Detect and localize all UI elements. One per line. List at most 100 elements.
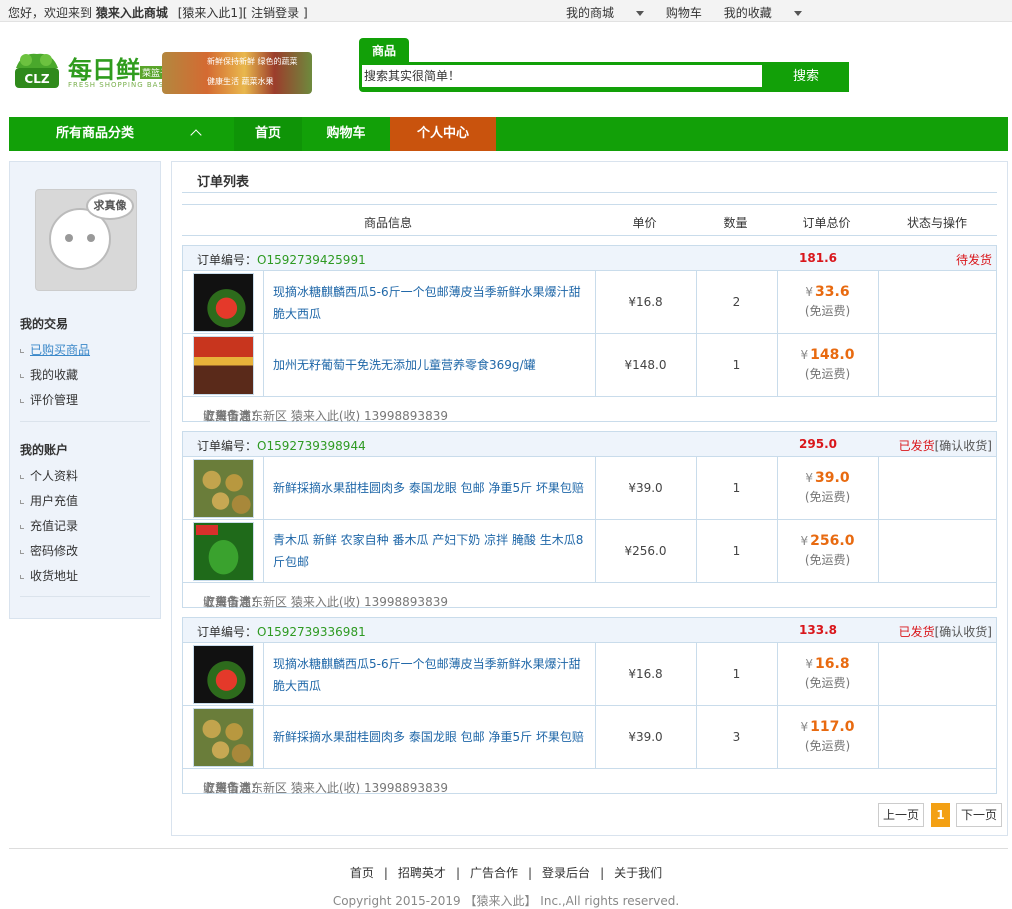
quantity: 3 bbox=[732, 730, 741, 744]
unit-price: ¥39.0 bbox=[628, 481, 663, 495]
product-name-link[interactable]: 现摘冰糖麒麟西瓜5-6斤一个包邮薄皮当季新鲜水果爆汁甜脆大西瓜 bbox=[273, 281, 588, 325]
bullet-icon bbox=[20, 398, 24, 403]
order-number: O1592739425991 bbox=[257, 253, 366, 267]
confirm-receipt-link[interactable]: [确认收货] bbox=[935, 439, 992, 453]
avatar[interactable]: 求真像 bbox=[35, 189, 137, 291]
product-image[interactable] bbox=[193, 645, 254, 704]
footer-link-jobs[interactable]: 招聘英才 bbox=[398, 866, 446, 880]
order-header: 订单编号：O1592739398944 295.0 已发货[确认收货] bbox=[183, 432, 996, 457]
main-nav: 所有商品分类 首页 购物车 个人中心 bbox=[9, 117, 1008, 151]
order-total: 295.0 bbox=[799, 437, 837, 451]
all-categories-menu[interactable]: 所有商品分类 bbox=[9, 117, 234, 151]
column-header: 商品信息 bbox=[363, 216, 412, 230]
item-subtotal: ¥39.0 (免运费) bbox=[804, 470, 851, 504]
footer-link-about[interactable]: 关于我们 bbox=[614, 866, 662, 880]
site-name[interactable]: 猿来入此商城 bbox=[96, 6, 168, 20]
shipping-address: 上海市浦东新区 猿来入此(收) 13998893839 bbox=[203, 595, 448, 609]
sidebar-item-reviews[interactable]: 评价管理 bbox=[20, 391, 78, 408]
divider bbox=[9, 848, 1008, 849]
my-mall-menu[interactable]: 我的商城 bbox=[566, 4, 645, 21]
bullet-icon bbox=[20, 474, 24, 479]
order-header: 订单编号：O1592739336981 133.8 已发货[确认收货] bbox=[183, 618, 996, 643]
bullet-icon bbox=[20, 524, 24, 529]
unit-price: ¥39.0 bbox=[628, 730, 663, 744]
chevron-up-icon bbox=[190, 129, 202, 141]
search-input[interactable] bbox=[362, 65, 762, 87]
search-box: 搜索 bbox=[359, 62, 849, 92]
bullet-icon bbox=[20, 549, 24, 554]
sidebar-item-recharge[interactable]: 用户充值 bbox=[20, 492, 78, 509]
sidebar-item-purchased[interactable]: 已购买商品 bbox=[20, 341, 90, 358]
order-status: 已发货[确认收货] bbox=[898, 439, 992, 453]
confirm-receipt-link[interactable]: [确认收货] bbox=[935, 625, 992, 639]
sidebar-item-password[interactable]: 密码修改 bbox=[20, 542, 78, 559]
nav-cart[interactable]: 购物车 bbox=[302, 117, 390, 151]
product-image[interactable] bbox=[193, 522, 254, 581]
current-page[interactable]: 1 bbox=[931, 803, 950, 827]
quantity: 2 bbox=[732, 295, 741, 309]
footer-link-ads[interactable]: 广告合作 bbox=[470, 866, 518, 880]
order-total: 181.6 bbox=[799, 251, 837, 265]
unit-price: ¥16.8 bbox=[628, 667, 663, 681]
order-number: O1592739398944 bbox=[257, 439, 366, 453]
product-name-link[interactable]: 新鲜採摘水果甜桂圆肉多 泰国龙眼 包邮 净重5斤 坏果包赔 bbox=[273, 477, 588, 499]
item-subtotal: ¥256.0 (免运费) bbox=[800, 533, 855, 567]
column-header: 单价 bbox=[632, 216, 657, 230]
favorites-menu[interactable]: 我的收藏 bbox=[724, 4, 802, 21]
order-item-row: 青木瓜 新鲜 农家自种 番木瓜 产妇下奶 凉拌 腌酸 生木瓜8斤包邮 ¥256.… bbox=[183, 520, 996, 583]
sidebar-item-profile[interactable]: 个人资料 bbox=[20, 467, 78, 484]
quantity: 1 bbox=[732, 358, 741, 372]
product-image[interactable] bbox=[193, 708, 254, 767]
order-status: 已发货[确认收货] bbox=[898, 625, 992, 639]
sidebar-item-recharge-history[interactable]: 充值记录 bbox=[20, 517, 78, 534]
divider bbox=[20, 421, 150, 422]
product-name-link[interactable]: 现摘冰糖麒麟西瓜5-6斤一个包邮薄皮当季新鲜水果爆汁甜脆大西瓜 bbox=[273, 653, 588, 697]
footer-links: 首页 | 招聘英才 | 广告合作 | 登录后台 | 关于我们 bbox=[349, 866, 663, 880]
item-subtotal: ¥117.0 (免运费) bbox=[800, 719, 855, 753]
product-image[interactable] bbox=[193, 336, 254, 395]
order-item-row: 新鲜採摘水果甜桂圆肉多 泰国龙眼 包邮 净重5斤 坏果包赔 ¥39.0 1 ¥3… bbox=[183, 457, 996, 520]
product-name-link[interactable]: 新鲜採摘水果甜桂圆肉多 泰国龙眼 包邮 净重5斤 坏果包赔 bbox=[273, 726, 588, 748]
user-link[interactable]: [猿来入此1] bbox=[178, 6, 243, 20]
top-links: 我的商城 购物车 我的收藏 bbox=[566, 4, 820, 21]
unit-price: ¥148.0 bbox=[624, 358, 667, 372]
order-note: 订单备注： 收货信息： 上海市浦东新区 猿来入此(收) 13998893839 bbox=[203, 409, 448, 423]
sidebar-item-address[interactable]: 收货地址 bbox=[20, 567, 78, 584]
order-item-row: 现摘冰糖麒麟西瓜5-6斤一个包邮薄皮当季新鲜水果爆汁甜脆大西瓜 ¥16.8 2 … bbox=[183, 271, 996, 334]
footer-link-admin[interactable]: 登录后台 bbox=[542, 866, 590, 880]
shipping-address: 上海市浦东新区 猿来入此(收) 13998893839 bbox=[203, 781, 448, 795]
sidebar: 求真像 我的交易 已购买商品 我的收藏 评价管理 我的账户 个人资料 用户充值 … bbox=[9, 161, 161, 619]
order-item-row: 新鲜採摘水果甜桂圆肉多 泰国龙眼 包邮 净重5斤 坏果包赔 ¥39.0 3 ¥1… bbox=[183, 706, 996, 769]
product-image[interactable] bbox=[193, 459, 254, 518]
nav-user-center[interactable]: 个人中心 bbox=[390, 117, 496, 151]
footer-link-home[interactable]: 首页 bbox=[350, 866, 374, 880]
copyright: Copyright 2015-2019 【猿来入此】 Inc.,All righ… bbox=[332, 894, 680, 908]
table-header: 商品信息 单价 数量 订单总价 状态与操作 bbox=[182, 204, 997, 236]
divider bbox=[182, 192, 997, 193]
search-button[interactable]: 搜索 bbox=[763, 62, 849, 92]
product-image[interactable] bbox=[193, 273, 254, 332]
chevron-down-icon bbox=[793, 11, 802, 16]
product-name-link[interactable]: 加州无籽葡萄干免洗无添加儿童营养零食369g/罐 bbox=[273, 354, 588, 376]
logo-tagline: 健康生活 蔬菜水果 bbox=[207, 77, 274, 86]
prev-page-button[interactable]: 上一页 bbox=[878, 803, 924, 827]
nav-home[interactable]: 首页 bbox=[234, 117, 302, 151]
order-card: 订单编号：O1592739425991 181.6 待发货 现摘冰糖麒麟西瓜5-… bbox=[182, 245, 997, 423]
site-logo[interactable]: CLZ 每日鲜 菜篮子 FRESH SHOPPING BASKET 新鲜保持新鲜… bbox=[12, 44, 312, 100]
top-cart-link[interactable]: 购物车 bbox=[666, 4, 702, 21]
bullet-icon bbox=[20, 348, 24, 353]
trade-section-title: 我的交易 bbox=[20, 317, 69, 331]
quantity: 1 bbox=[732, 544, 741, 558]
sidebar-item-favorites[interactable]: 我的收藏 bbox=[20, 366, 78, 383]
search-tab-goods[interactable]: 商品 bbox=[359, 38, 409, 62]
bullet-icon bbox=[20, 499, 24, 504]
unit-price: ¥256.0 bbox=[624, 544, 667, 558]
next-page-button[interactable]: 下一页 bbox=[956, 803, 1002, 827]
column-header: 状态与操作 bbox=[906, 216, 967, 230]
top-bar: 您好，欢迎来到 猿来入此商城 [猿来入此1][ 注销登录 ] 我的商城 购物车 … bbox=[0, 0, 1012, 22]
quantity: 1 bbox=[732, 667, 741, 681]
logout-link[interactable]: [ 注销登录 ] bbox=[243, 6, 308, 20]
order-status: 待发货 bbox=[955, 253, 992, 267]
product-name-link[interactable]: 青木瓜 新鲜 农家自种 番木瓜 产妇下奶 凉拌 腌酸 生木瓜8斤包邮 bbox=[273, 529, 588, 573]
unit-price: ¥16.8 bbox=[628, 295, 663, 309]
